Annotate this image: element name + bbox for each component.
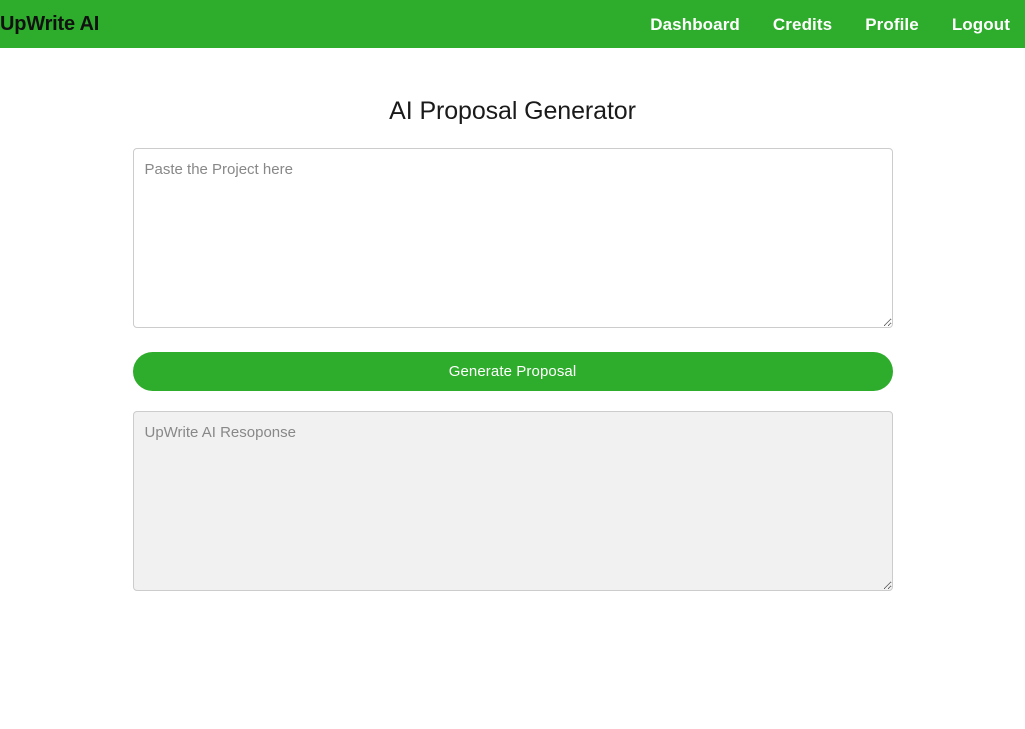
- primary-navigation: Dashboard Credits Profile Logout: [650, 16, 1010, 33]
- response-output-wrapper: [132, 411, 893, 591]
- nav-link-credits[interactable]: Credits: [773, 16, 832, 33]
- nav-link-dashboard[interactable]: Dashboard: [650, 16, 740, 33]
- page-title: AI Proposal Generator: [389, 97, 636, 125]
- nav-link-logout[interactable]: Logout: [952, 16, 1010, 33]
- generate-proposal-button[interactable]: Generate Proposal: [132, 352, 893, 391]
- nav-link-profile[interactable]: Profile: [865, 16, 919, 33]
- project-input-textarea[interactable]: [132, 148, 893, 328]
- page-content: AI Proposal Generator Generate Proposal: [0, 48, 1025, 591]
- top-navbar: UpWrite AI Dashboard Credits Profile Log…: [0, 0, 1025, 48]
- generator-form: Generate Proposal: [132, 126, 893, 591]
- brand-logo[interactable]: UpWrite AI: [0, 14, 99, 34]
- response-output-textarea[interactable]: [132, 411, 893, 591]
